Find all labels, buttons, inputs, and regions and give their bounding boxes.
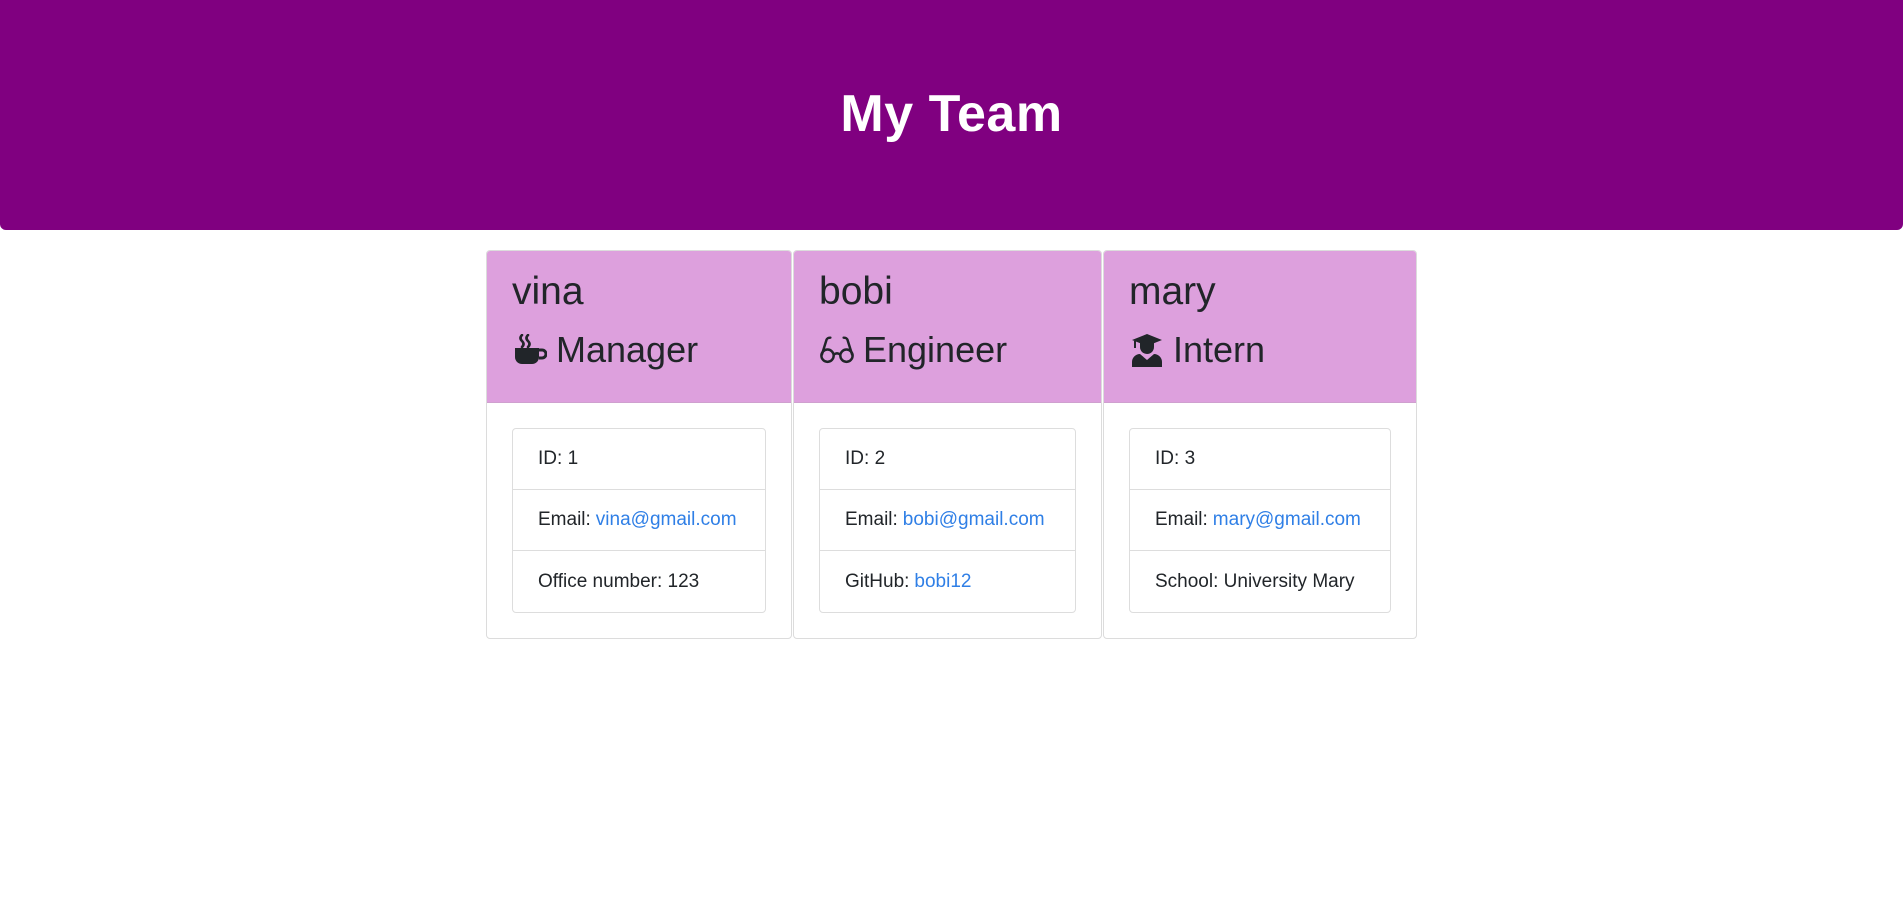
employee-card-intern: mary Intern ID: 3 Email: mary@gmail.com … (1103, 250, 1417, 639)
employee-role: Manager (512, 325, 766, 375)
employee-name: mary (1129, 270, 1216, 313)
role-label: Engineer (863, 329, 1008, 370)
card-body: ID: 2 Email: bobi@gmail.com GitHub: bobi… (794, 403, 1101, 613)
id-label: ID: (1155, 448, 1180, 469)
glasses-icon (819, 332, 855, 368)
card-header: mary Intern (1104, 251, 1416, 403)
id-label: ID: (845, 448, 870, 469)
team-cards: vina Manager ID: 1 Email: vina@gmail.com… (486, 250, 1418, 639)
employee-details: ID: 3 Email: mary@gmail.com School: Univ… (1129, 428, 1391, 613)
email-label: Email: (845, 509, 898, 530)
coffee-mug-icon (512, 332, 548, 368)
employee-name: bobi (819, 270, 893, 313)
email-row: Email: mary@gmail.com (1130, 490, 1390, 551)
page-title: My Team (840, 85, 1063, 143)
employee-role: Engineer (819, 325, 1076, 375)
github-row: GitHub: bobi12 (820, 551, 1075, 612)
office-number-label: Office number: (538, 570, 663, 592)
school-row: School: University Mary (1130, 551, 1390, 612)
email-link[interactable]: vina@gmail.com (596, 509, 737, 531)
email-label: Email: (1155, 509, 1208, 530)
role-label: Intern (1173, 329, 1266, 370)
id-row: ID: 2 (820, 429, 1075, 490)
employee-name: vina (512, 270, 584, 313)
employee-card-engineer: bobi Engineer ID: 2 Email: bobi@gmail.co… (793, 250, 1102, 639)
employee-role: Intern (1129, 325, 1391, 375)
employee-card-manager: vina Manager ID: 1 Email: vina@gmail.com… (486, 250, 792, 639)
employee-details: ID: 1 Email: vina@gmail.com Office numbe… (512, 428, 766, 613)
id-label: ID: (538, 448, 563, 469)
office-number-value: 123 (667, 570, 700, 592)
card-header: bobi Engineer (794, 251, 1101, 403)
page-header: My Team (0, 0, 1903, 230)
card-body: ID: 3 Email: mary@gmail.com School: Univ… (1104, 403, 1416, 613)
id-row: ID: 1 (513, 429, 765, 490)
school-label: School: (1155, 570, 1219, 592)
id-value: 1 (567, 448, 579, 469)
graduate-icon (1129, 332, 1165, 368)
office-number-row: Office number: 123 (513, 551, 765, 612)
email-label: Email: (538, 509, 591, 530)
card-body: ID: 1 Email: vina@gmail.com Office numbe… (487, 403, 791, 613)
github-label: GitHub: (845, 570, 910, 592)
id-row: ID: 3 (1130, 429, 1390, 490)
card-header: vina Manager (487, 251, 791, 403)
role-label: Manager (556, 329, 699, 370)
school-value: University Mary (1223, 570, 1355, 592)
id-value: 2 (874, 448, 886, 469)
email-link[interactable]: mary@gmail.com (1213, 509, 1361, 531)
email-link[interactable]: bobi@gmail.com (903, 509, 1045, 531)
email-row: Email: bobi@gmail.com (820, 490, 1075, 551)
github-link[interactable]: bobi12 (914, 571, 971, 593)
email-row: Email: vina@gmail.com (513, 490, 765, 551)
id-value: 3 (1184, 448, 1196, 469)
employee-details: ID: 2 Email: bobi@gmail.com GitHub: bobi… (819, 428, 1076, 613)
